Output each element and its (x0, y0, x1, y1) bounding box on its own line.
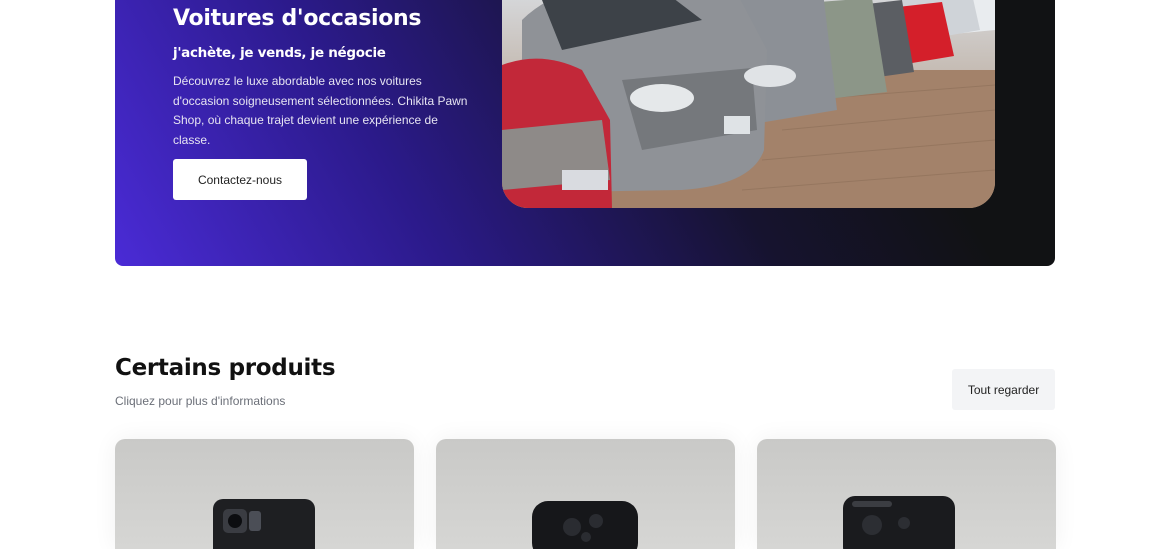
product-card[interactable] (115, 439, 414, 549)
hero-banner: Voitures d'occasions j'achète, je vends,… (115, 0, 1055, 266)
contact-button[interactable]: Contactez-nous (173, 159, 307, 200)
phone-image (213, 499, 315, 549)
section-title: Certains produits (115, 355, 336, 381)
cars-photo-illustration (502, 0, 995, 208)
section-subtitle: Cliquez pour plus d'informations (115, 394, 286, 408)
used-cars-image (502, 0, 995, 208)
phone-image (843, 496, 955, 549)
phone-image (532, 501, 638, 549)
hero-title: Voitures d'occasions (173, 6, 422, 31)
hero-subtitle: j'achète, je vends, je négocie (173, 45, 386, 61)
product-card[interactable] (436, 439, 735, 549)
see-all-button[interactable]: Tout regarder (952, 369, 1055, 410)
product-card[interactable] (757, 439, 1056, 549)
hero-description: Découvrez le luxe abordable avec nos voi… (173, 74, 468, 147)
